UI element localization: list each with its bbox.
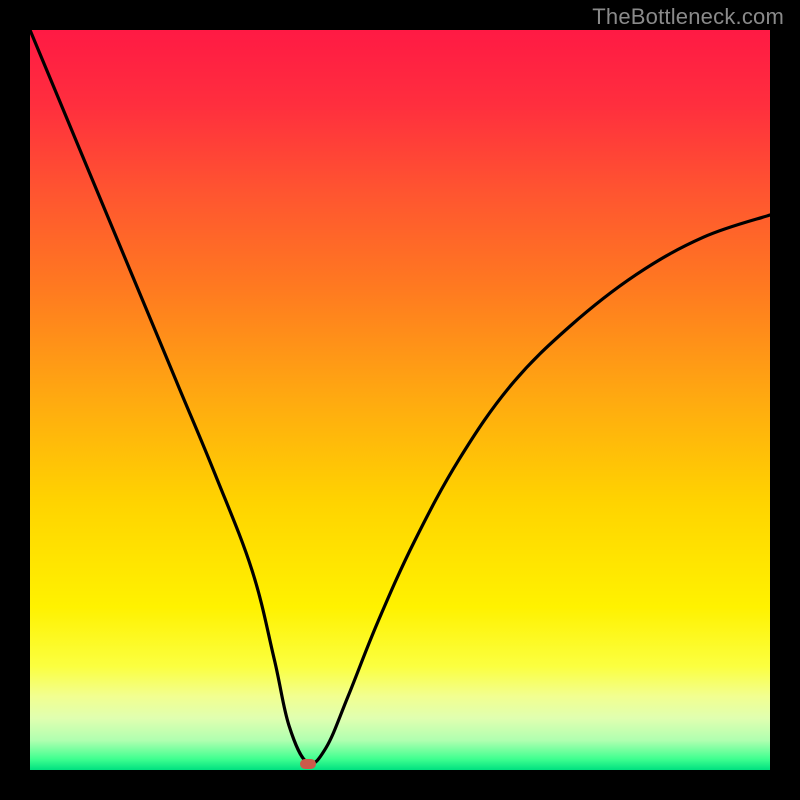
bottleneck-curve	[30, 30, 770, 770]
chart-frame: TheBottleneck.com	[0, 0, 800, 800]
plot-area	[30, 30, 770, 770]
watermark-text: TheBottleneck.com	[592, 4, 784, 30]
optimum-marker	[300, 759, 316, 769]
